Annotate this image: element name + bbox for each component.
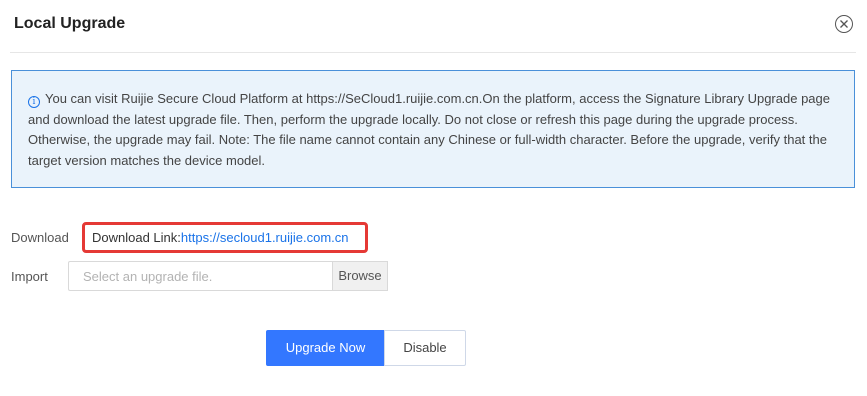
close-x-glyph bbox=[840, 20, 848, 28]
info-icon: i bbox=[28, 96, 40, 108]
dialog-header: Local Upgrade bbox=[0, 0, 867, 52]
download-link-box: Download Link:https://secloud1.ruijie.co… bbox=[82, 222, 368, 253]
notice-text: i You can visit Ruijie Secure Cloud Platf… bbox=[28, 89, 842, 171]
upgrade-notice: i You can visit Ruijie Secure Cloud Platf… bbox=[11, 70, 855, 188]
download-link[interactable]: https://secloud1.ruijie.com.cn bbox=[181, 230, 349, 245]
download-label: Download bbox=[11, 230, 69, 245]
upgrade-file-input[interactable] bbox=[68, 261, 332, 291]
upgrade-now-button[interactable]: Upgrade Now bbox=[266, 330, 385, 366]
browse-button[interactable]: Browse bbox=[332, 261, 388, 291]
dialog-title: Local Upgrade bbox=[14, 15, 126, 32]
local-upgrade-dialog: Local Upgrade i You can visit Ruijie Secu… bbox=[0, 0, 867, 396]
download-link-prefix: Download Link: bbox=[92, 230, 181, 245]
disable-button[interactable]: Disable bbox=[384, 330, 466, 366]
notice-message: You can visit Ruijie Secure Cloud Platfo… bbox=[28, 91, 830, 168]
header-divider bbox=[10, 52, 856, 53]
close-icon[interactable] bbox=[835, 15, 853, 33]
import-label: Import bbox=[11, 269, 48, 284]
